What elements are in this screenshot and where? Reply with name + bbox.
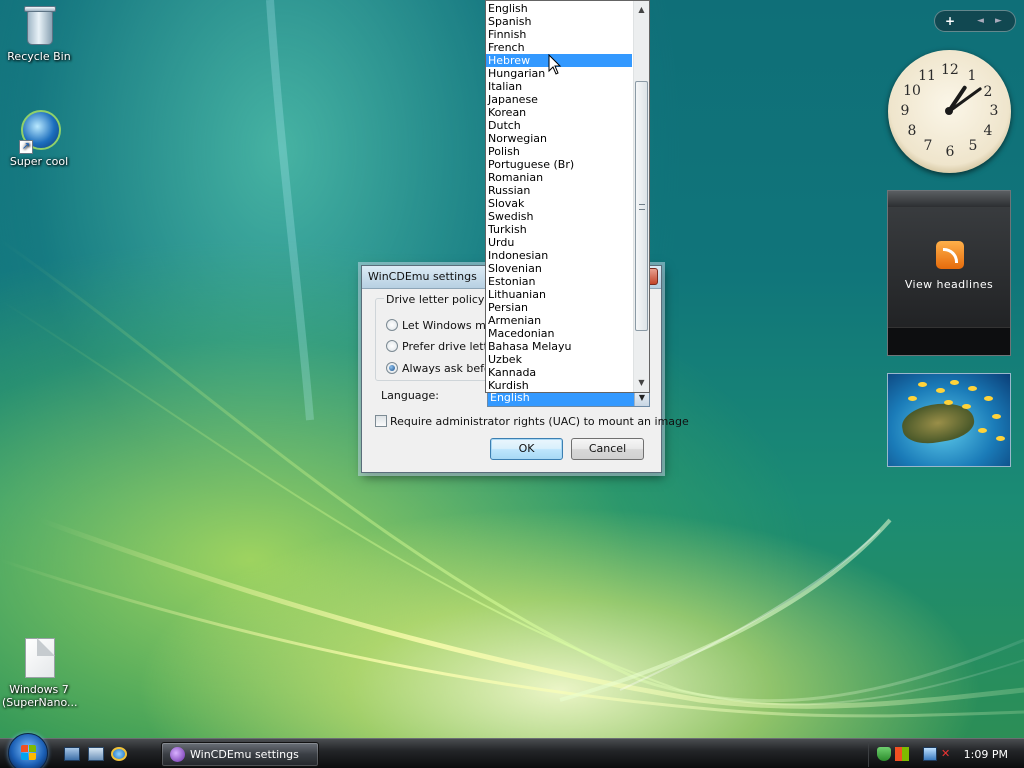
dropdown-option[interactable]: Dutch (486, 119, 632, 132)
scroll-down-icon[interactable]: ▼ (634, 375, 649, 391)
clock-number: 2 (983, 84, 993, 100)
scrollbar-thumb[interactable] (635, 81, 648, 331)
system-tray: ✕ 1:09 PM (868, 742, 1024, 767)
clock-gadget[interactable]: 12 1 2 3 4 5 6 7 8 9 10 11 (888, 50, 1011, 173)
dropdown-option[interactable]: Indonesian (486, 249, 632, 262)
radio-button-selected-icon (386, 362, 398, 374)
scroll-up-icon[interactable]: ▲ (634, 2, 649, 18)
clock-number: 7 (923, 138, 933, 154)
globe-shortcut-icon: ↗ (17, 108, 61, 154)
dropdown-option[interactable]: Finnish (486, 28, 632, 41)
volume-muted-icon[interactable]: ✕ (941, 747, 955, 761)
clock-center-pin (945, 107, 953, 115)
dropdown-items: English Spanish Finnish French Hebrew Hungari… (486, 1, 649, 392)
feed-label: View headlines (904, 278, 994, 291)
dropdown-option[interactable]: Lithuanian (486, 288, 632, 301)
language-dropdown-list[interactable]: English Spanish Finnish French Hebrew Hungari… (485, 0, 650, 393)
dropdown-option[interactable]: Romanian (486, 171, 632, 184)
feed-headlines-gadget[interactable]: View headlines (887, 190, 1011, 356)
cancel-button[interactable]: Cancel (571, 438, 644, 460)
radio-prefer-drive-letter[interactable]: Prefer drive letter (386, 339, 499, 355)
clock-number: 6 (945, 144, 955, 160)
dropdown-option[interactable]: Uzbek (486, 353, 632, 366)
dropdown-option[interactable]: Kurdish (486, 379, 632, 392)
taskbar: WinCDEmu settings ✕ 1:09 PM (0, 733, 1024, 768)
dropdown-option[interactable]: English (486, 2, 632, 15)
taskbar-clock[interactable]: 1:09 PM (964, 748, 1008, 761)
mouse-cursor-icon (548, 54, 562, 75)
dropdown-option[interactable]: Slovak (486, 197, 632, 210)
dropdown-option[interactable]: Polish (486, 145, 632, 158)
dropdown-option[interactable]: Portuguese (Br) (486, 158, 632, 171)
dropdown-option[interactable]: Turkish (486, 223, 632, 236)
dropdown-option[interactable]: Italian (486, 80, 632, 93)
desktop-icon-label: Recycle Bin (7, 50, 71, 63)
clock-number: 11 (918, 68, 936, 84)
dropdown-option[interactable]: Estonian (486, 275, 632, 288)
desktop-icon-super-cool[interactable]: ↗ Super cool (0, 108, 78, 168)
uac-checkbox-row[interactable]: Require administrator rights (UAC) to mo… (375, 415, 689, 429)
dropdown-scrollbar[interactable]: ▲ ▼ (633, 1, 649, 392)
language-label: Language: (381, 389, 439, 402)
clock-number: 12 (941, 62, 959, 78)
add-gadget-button[interactable]: + (945, 14, 955, 28)
dropdown-option[interactable]: Spanish (486, 15, 632, 28)
sidebar-prev-button[interactable]: ◄ (977, 16, 984, 26)
radio-button-icon (386, 340, 398, 352)
desktop-icon-recycle-bin[interactable]: Recycle Bin (0, 3, 78, 63)
recycle-bin-icon (17, 3, 61, 47)
switch-windows-icon[interactable] (88, 747, 104, 761)
slideshow-gadget[interactable] (887, 373, 1011, 467)
desktop-icon-label: Windows 7 (SuperNano... (2, 683, 78, 709)
clock-number: 3 (989, 103, 999, 119)
wincdemu-app-icon (170, 747, 185, 762)
taskbar-item-wincdemu[interactable]: WinCDEmu settings (161, 742, 319, 767)
dropdown-option[interactable]: French (486, 41, 632, 54)
clock-number: 5 (968, 138, 978, 154)
dropdown-option[interactable]: Bahasa Melayu (486, 340, 632, 353)
dropdown-option[interactable]: Norwegian (486, 132, 632, 145)
file-icon (17, 636, 61, 680)
start-button[interactable] (8, 733, 48, 768)
clock-number: 1 (967, 68, 977, 84)
sidebar-controls: + ◄ ► (934, 10, 1016, 32)
dropdown-option[interactable]: Swedish (486, 210, 632, 223)
clock-number: 4 (983, 123, 993, 139)
security-shield-icon[interactable] (877, 747, 891, 761)
rss-icon (936, 241, 964, 269)
dropdown-option[interactable]: Armenian (486, 314, 632, 327)
checkbox-icon[interactable] (375, 415, 387, 427)
dropdown-option[interactable]: Kannada (486, 366, 632, 379)
dropdown-option[interactable]: Macedonian (486, 327, 632, 340)
dropdown-option[interactable]: Japanese (486, 93, 632, 106)
desktop-icon-label: Super cool (9, 155, 69, 168)
sidebar-next-button[interactable]: ► (995, 16, 1002, 26)
group-label: Drive letter policy (384, 293, 487, 306)
dropdown-option[interactable]: Korean (486, 106, 632, 119)
windows-flag-icon[interactable] (895, 747, 909, 761)
dropdown-option[interactable]: Urdu (486, 236, 632, 249)
dropdown-option[interactable]: Persian (486, 301, 632, 314)
desktop-icon-windows7-file[interactable]: Windows 7 (SuperNano... (0, 636, 78, 709)
network-icon[interactable] (923, 747, 937, 761)
windows-logo-icon (21, 745, 37, 761)
show-desktop-icon[interactable] (64, 747, 80, 761)
radio-button-icon (386, 319, 398, 331)
clock-number: 9 (900, 103, 910, 119)
dropdown-option[interactable]: Slovenian (486, 262, 632, 275)
clock-number: 10 (903, 83, 921, 99)
clock-number: 8 (907, 123, 917, 139)
ok-button[interactable]: OK (490, 438, 563, 460)
dropdown-option[interactable]: Russian (486, 184, 632, 197)
internet-explorer-icon[interactable] (111, 747, 127, 761)
